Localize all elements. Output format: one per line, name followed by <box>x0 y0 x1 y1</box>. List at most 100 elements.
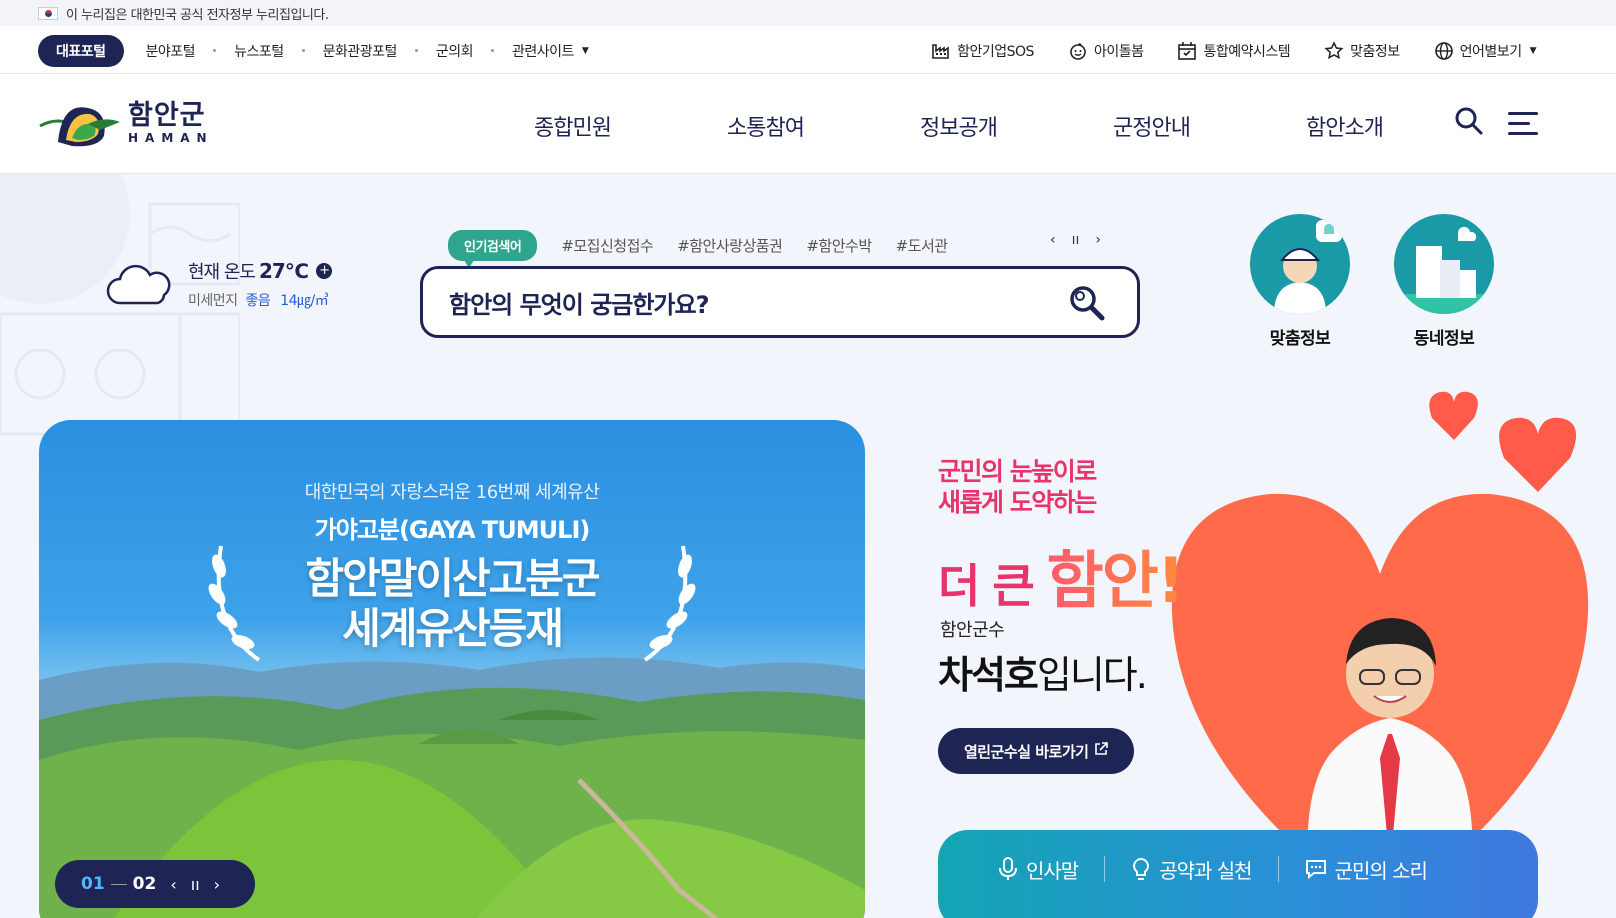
banner-subtitle-2: 가야고분(GAYA TUMULI) <box>314 516 591 544</box>
mayor-tab-greeting[interactable]: 인사말 <box>998 855 1079 884</box>
util-link-childcare[interactable]: 아이돌봄 <box>1068 41 1144 61</box>
nav-item-disclosure[interactable]: 정보공개 <box>920 110 1113 142</box>
temperature-label: 현재 온도 <box>188 262 256 283</box>
mayor-name: 차석호입니다. <box>938 644 1148 699</box>
korea-flag-icon <box>38 6 58 20</box>
keyword-tag[interactable]: #모집신청접수 <box>561 235 653 256</box>
chevron-left-icon[interactable]: ‹ <box>170 875 176 894</box>
gov-notice-bar: 이 누리집은 대한민국 공식 전자정부 누리집입니다. <box>0 0 1616 26</box>
popular-keywords-badge: 인기검색어 <box>448 230 538 268</box>
fine-dust-value: 14㎍/㎥ <box>280 293 329 309</box>
chat-bubble-icon <box>1305 860 1326 880</box>
mayor-name-bold: 차석호 <box>938 653 1039 697</box>
portal-tab-culture[interactable]: 문화관광포털 <box>323 41 398 61</box>
banner-controls: 01 02 ‹ ıı › <box>55 860 255 908</box>
quick-link-label: 동네정보 <box>1413 329 1475 349</box>
caret-down-icon: ▼ <box>1529 45 1537 56</box>
separator-dot <box>301 49 305 52</box>
big-slogan-part-1: 더 큰 <box>938 559 1047 613</box>
quick-link-custom-info[interactable]: 맞춤정보 <box>1250 214 1350 349</box>
util-link-custom-info[interactable]: 맞춤정보 <box>1324 40 1400 61</box>
main-content: 현재 온도 27℃ + 미세먼지 좋음 14㎍/㎥ 인기검색어 #모집신청접수 … <box>0 174 1616 918</box>
search-submit-button[interactable] <box>1067 283 1107 327</box>
chevron-right-icon[interactable]: › <box>214 875 220 894</box>
util-link-language[interactable]: 언어별보기 ▼ <box>1434 41 1537 61</box>
big-slogan-part-2: 함안! <box>1046 544 1185 617</box>
utility-links: 함안기업SOS 아이돌봄 통합예약시스템 맞춤정보 언어별보기 ▼ <box>931 40 1537 61</box>
util-link-business-sos[interactable]: 함안기업SOS <box>931 41 1034 61</box>
fine-dust-line: 미세먼지 좋음 14㎍/㎥ <box>188 290 332 310</box>
main-search-box[interactable]: 함안의 무엇이 궁금한가요? <box>420 266 1140 338</box>
tab-separator <box>1277 856 1279 882</box>
header-search-button[interactable] <box>1454 106 1484 140</box>
site-logo[interactable]: 함안군 HAMAN <box>38 96 214 150</box>
mayor-tab-citizen-voice[interactable]: 군민의 소리 <box>1305 855 1428 884</box>
hamburger-menu-button[interactable] <box>1508 112 1538 142</box>
quick-link-label: 맞춤정보 <box>1269 329 1331 349</box>
keyword-rolling-controls: ‹ ıı › <box>1050 232 1101 248</box>
banner-total-count: 02 <box>132 874 157 894</box>
portal-bar: 대표포털 분야포털 뉴스포털 문화관광포털 군의회 관련사이트 ▼ 함안기업SO… <box>0 28 1616 74</box>
menu-line <box>1508 132 1538 135</box>
search-input[interactable]: 함안의 무엇이 궁금한가요? <box>449 285 710 320</box>
main-banner-slider[interactable]: 대한민국의 자랑스러운 16번째 세계유산 가야고분(GAYA TUMULI) … <box>39 420 865 918</box>
util-label: 통합예약시스템 <box>1203 43 1291 60</box>
search-icon <box>1070 286 1105 321</box>
fine-dust-status: 좋음 <box>245 293 271 309</box>
building-illustration-icon <box>1394 214 1494 314</box>
keyword-tag[interactable]: #함안수박 <box>806 235 872 256</box>
mayor-tabs: 인사말 공약과 실천 군민의 소리 <box>938 830 1538 918</box>
main-navigation: 종합민원 소통참여 정보공개 군정안내 함안소개 <box>534 110 1499 142</box>
temperature-value: 27℃ <box>258 259 309 283</box>
baby-face-icon <box>1070 42 1086 60</box>
portal-tab-council[interactable]: 군의회 <box>436 41 474 61</box>
nav-item-county-info[interactable]: 군정안내 <box>1113 110 1306 142</box>
portal-tab-related[interactable]: 관련사이트 ▼ <box>512 41 589 61</box>
menu-line <box>1508 112 1538 115</box>
pause-icon[interactable]: ıı <box>191 875 200 894</box>
logo-korean: 함안군 <box>128 100 206 131</box>
nav-item-civil-service[interactable]: 종합민원 <box>534 110 727 142</box>
mayor-name-suffix: 입니다. <box>1036 653 1148 697</box>
util-link-reservation[interactable]: 통합예약시스템 <box>1177 41 1291 61</box>
mayor-big-slogan: 더 큰 함안! <box>938 530 1185 620</box>
external-link-icon <box>1094 742 1109 760</box>
weather-widget: 현재 온도 27℃ + 미세먼지 좋음 14㎍/㎥ <box>106 258 333 310</box>
portal-tabs: 대표포털 분야포털 뉴스포털 문화관광포털 군의회 관련사이트 ▼ <box>38 34 589 67</box>
banner-index-divider <box>110 883 127 885</box>
calendar-icon <box>1178 41 1197 60</box>
factory-icon <box>932 43 949 59</box>
search-icon <box>1455 107 1483 135</box>
separator-dot <box>414 49 418 52</box>
banner-subtitle: 대한민국의 자랑스러운 16번째 세계유산 <box>304 482 600 503</box>
keyword-tag[interactable]: #도서관 <box>896 235 948 256</box>
mayor-tab-pledges[interactable]: 공약과 실천 <box>1131 855 1253 884</box>
util-label: 함안기업SOS <box>957 43 1034 60</box>
weather-more-button[interactable]: + <box>316 263 333 279</box>
open-mayor-office-button[interactable]: 열린군수실 바로가기 <box>938 728 1135 774</box>
fine-dust-label: 미세먼지 <box>188 293 238 309</box>
portal-tab-main[interactable]: 대표포털 <box>38 34 124 67</box>
microphone-icon <box>999 857 1017 880</box>
slogan-line-1: 군민의 눈높이로 <box>938 457 1097 486</box>
nav-item-participation[interactable]: 소통참여 <box>727 110 920 142</box>
mayor-tab-label: 공약과 실천 <box>1159 858 1252 883</box>
worker-illustration-icon <box>1250 214 1350 314</box>
mayor-tab-label: 군민의 소리 <box>1334 858 1428 883</box>
mayor-title: 함안군수 <box>940 620 1005 641</box>
separator-dot <box>491 49 495 52</box>
gov-notice-text: 이 누리집은 대한민국 공식 전자정부 누리집입니다. <box>66 7 329 23</box>
keyword-tag[interactable]: #함안사랑상품권 <box>677 235 783 256</box>
tab-separator <box>1104 856 1106 882</box>
quick-link-neighborhood[interactable]: 동네정보 <box>1394 214 1494 349</box>
chevron-right-icon[interactable]: › <box>1095 232 1101 248</box>
banner-current-index: 01 <box>81 874 105 894</box>
util-label: 맞춤정보 <box>1350 43 1400 60</box>
portal-tab-field[interactable]: 분야포털 <box>146 41 196 61</box>
pause-icon[interactable]: ıı <box>1072 232 1080 248</box>
temperature-line: 현재 온도 27℃ + <box>188 258 333 284</box>
light-bulb-icon <box>1133 857 1150 880</box>
portal-tab-news[interactable]: 뉴스포털 <box>234 41 284 61</box>
mayor-slogan: 군민의 눈높이로 새롭게 도약하는 <box>938 456 1097 518</box>
chevron-left-icon[interactable]: ‹ <box>1050 232 1056 248</box>
